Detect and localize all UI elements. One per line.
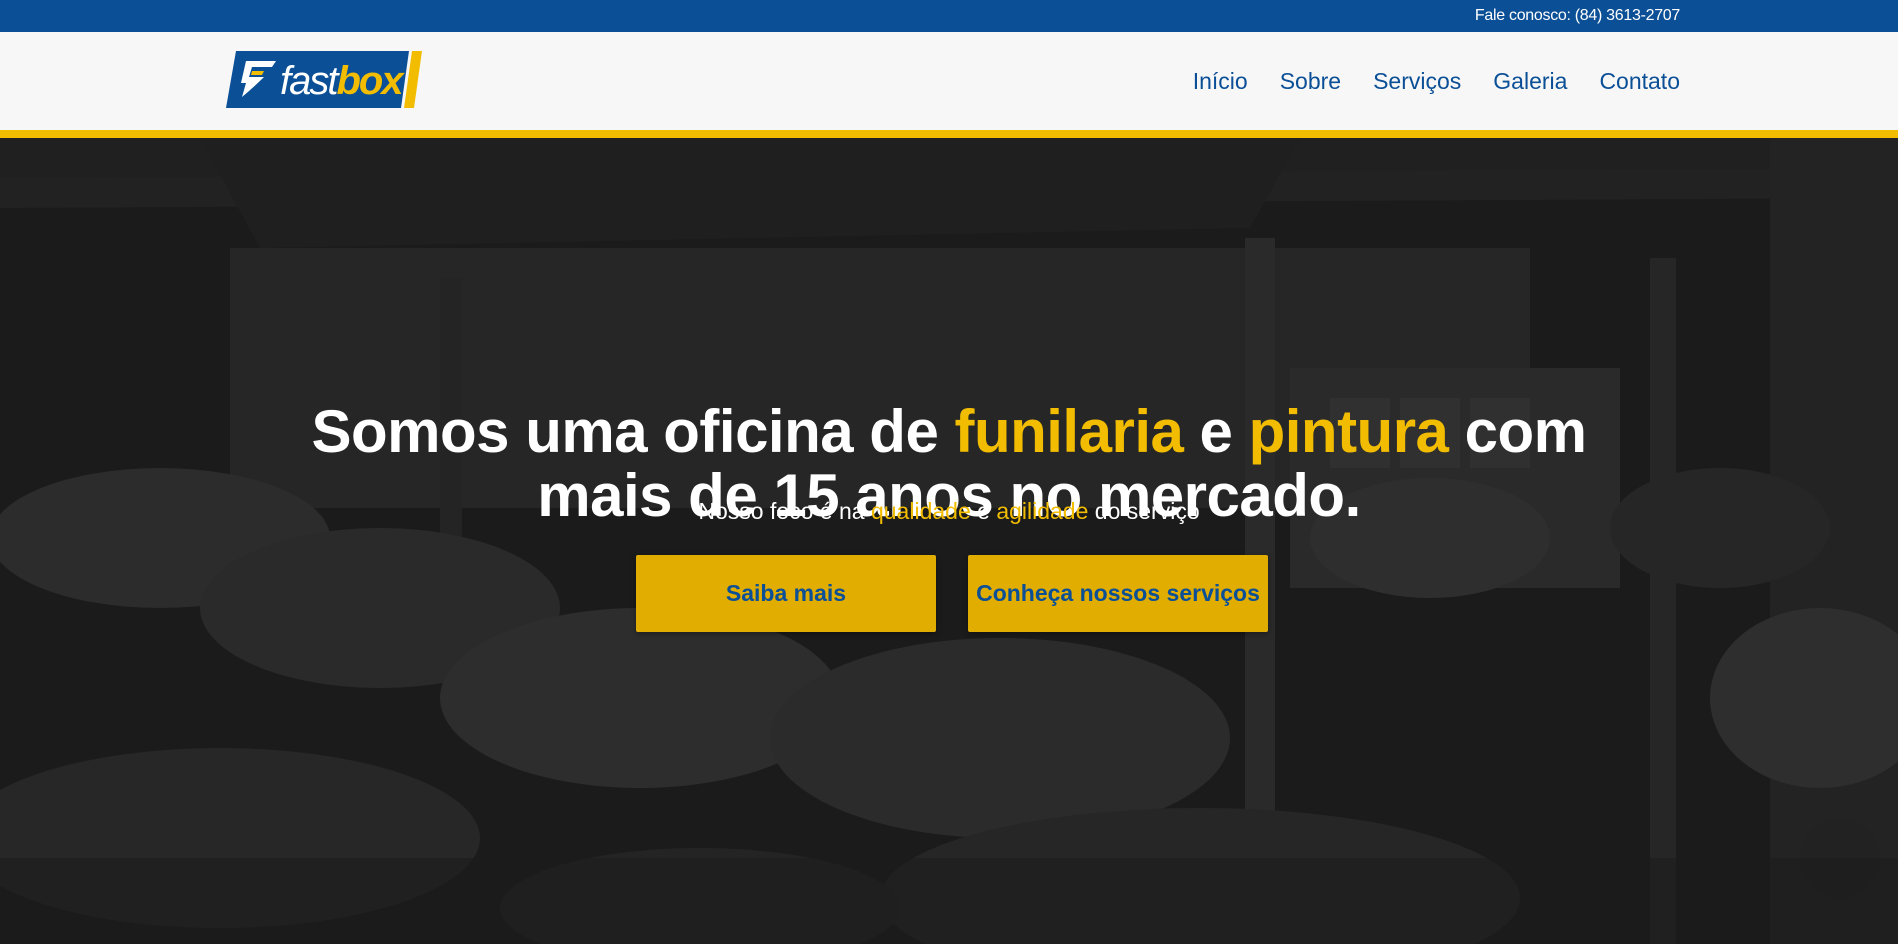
subtitle-text-3: do serviço <box>1088 498 1200 524</box>
top-contact-bar: Fale conosco: (84) 3613-2707 <box>0 0 1898 32</box>
logo-wordmark-box: box <box>336 59 403 103</box>
main-navigation: Início Sobre Serviços Galeria Contato <box>1193 68 1680 94</box>
subtitle-text-1: Nosso foco é na <box>698 498 871 524</box>
hero-section: Somos uma oficina de funilaria e pintura… <box>0 138 1898 944</box>
header-accent-stripe <box>0 130 1898 138</box>
nav-item-servicos[interactable]: Serviços <box>1373 68 1461 94</box>
logo-wordmark-fast: fast <box>280 59 339 103</box>
hero-background-workshop-image <box>0 138 1898 944</box>
nav-item-sobre[interactable]: Sobre <box>1280 68 1341 94</box>
fastbox-logo[interactable]: fastbox <box>226 51 422 108</box>
nav-item-inicio[interactable]: Início <box>1193 68 1248 94</box>
nav-item-contato[interactable]: Contato <box>1599 68 1680 94</box>
headline-highlight-pintura: pintura <box>1248 398 1449 466</box>
saiba-mais-button[interactable]: Saiba mais <box>636 555 936 632</box>
subtitle-highlight-qualidade: qualidade <box>870 498 971 524</box>
headline-highlight-funilaria: funilaria <box>954 398 1184 466</box>
subtitle-text-2: e <box>970 498 997 524</box>
logo-wordmark: fastbox <box>280 59 404 103</box>
headline-text-1: Somos uma oficina de <box>311 398 955 466</box>
headline-text-3: com <box>1448 398 1587 466</box>
hero-subtitle: Nosso foco é na qualidade e agilidade do… <box>0 498 1898 524</box>
contact-phone-text[interactable]: Fale conosco: (84) 3613-2707 <box>1475 7 1680 25</box>
lightning-f-icon <box>241 61 276 97</box>
subtitle-highlight-agilidade: agilidade <box>996 498 1089 524</box>
nav-item-galeria[interactable]: Galeria <box>1493 68 1567 94</box>
headline-text-2: e <box>1183 398 1249 466</box>
conheca-servicos-button[interactable]: Conheça nossos serviços <box>968 555 1268 632</box>
